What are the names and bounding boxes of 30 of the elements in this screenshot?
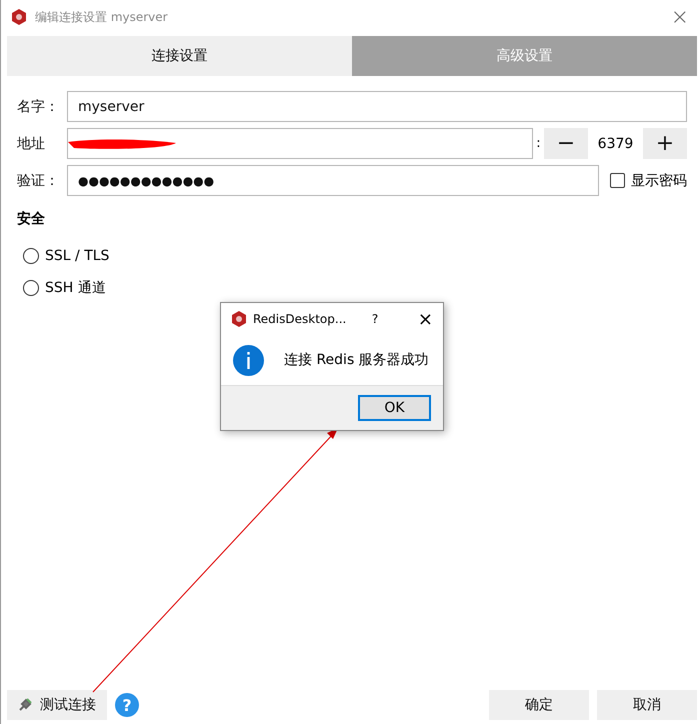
ok-button[interactable]: 确定 bbox=[489, 690, 589, 720]
cancel-button[interactable]: 取消 bbox=[597, 690, 697, 720]
section-title: 安全 bbox=[17, 210, 46, 228]
tab[interactable]: 连接设置 bbox=[7, 36, 352, 76]
field-label: 验证： bbox=[17, 172, 60, 190]
dialog-title: RedisDesktop... bbox=[253, 312, 348, 326]
test-connection-button[interactable]: 测试连接 bbox=[7, 690, 107, 720]
port-separator: : bbox=[535, 136, 542, 151]
radio-button[interactable] bbox=[23, 280, 39, 296]
help-icon[interactable]: ? bbox=[372, 312, 412, 326]
radio-button[interactable] bbox=[23, 248, 39, 264]
window-title: 编辑连接设置 myserver bbox=[35, 8, 169, 26]
app-logo-icon bbox=[231, 311, 247, 327]
checkbox-label: 显示密码 bbox=[631, 172, 687, 190]
address-field[interactable] bbox=[67, 128, 533, 159]
dialog-message: 连接 Redis 服务器成功 bbox=[284, 351, 429, 369]
password-field[interactable]: ●●●●●●●●●●●●● bbox=[67, 165, 599, 196]
close-icon[interactable]: × bbox=[670, 4, 689, 30]
name-field[interactable]: myserver bbox=[67, 91, 687, 122]
close-icon[interactable]: × bbox=[418, 308, 433, 330]
field-label: 名字： bbox=[17, 98, 60, 116]
port-field[interactable]: 6379 bbox=[588, 128, 643, 159]
radio-label: SSH 通道 bbox=[45, 279, 106, 297]
app-logo-icon bbox=[11, 9, 27, 25]
plug-icon bbox=[18, 698, 32, 712]
info-icon bbox=[233, 344, 264, 376]
ok-button[interactable]: OK bbox=[358, 395, 431, 421]
checkbox[interactable] bbox=[610, 173, 625, 188]
field-label: 地址 bbox=[17, 134, 46, 152]
radio-label: SSL / TLS bbox=[45, 248, 110, 264]
